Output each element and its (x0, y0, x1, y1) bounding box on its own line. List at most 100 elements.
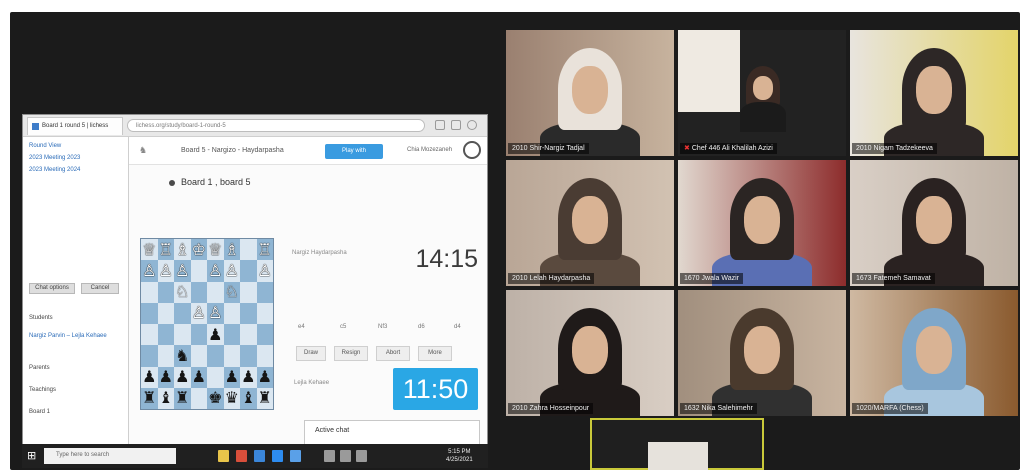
chess-piece[interactable]: ♟ (192, 369, 206, 385)
pane-item[interactable]: Round View (29, 143, 61, 151)
browser-icon[interactable] (236, 450, 247, 462)
board-square[interactable] (141, 324, 158, 346)
board-square[interactable]: ♙ (190, 302, 207, 324)
move-cell[interactable]: Nf3 (378, 324, 387, 330)
lichess-logo[interactable]: ♞ (139, 145, 147, 156)
abort-button[interactable]: Abort (376, 346, 410, 361)
board-square[interactable]: ♙ (223, 260, 240, 282)
board-square[interactable]: ♙ (256, 260, 273, 282)
participant-video-tile[interactable]: 1670 Jwala Wazir (678, 160, 846, 286)
draw-button[interactable]: Draw (296, 346, 326, 361)
mail-icon[interactable] (254, 450, 265, 462)
resign-button[interactable]: Resign (334, 346, 368, 361)
board-square[interactable]: ♖ (256, 239, 273, 261)
board-square[interactable] (190, 387, 207, 409)
board-square[interactable] (157, 345, 174, 367)
board-square[interactable] (256, 324, 273, 346)
network-icon[interactable] (340, 450, 351, 462)
profile-icon[interactable] (467, 120, 477, 130)
chess-piece[interactable]: ♟ (225, 369, 239, 385)
board-square[interactable]: ♟ (256, 366, 273, 388)
board-square[interactable]: ♟ (174, 366, 191, 388)
participant-video-tile[interactable]: 1632 Nika Salehimehr (678, 290, 846, 416)
board-square[interactable] (240, 239, 257, 261)
more-button[interactable]: More (418, 346, 452, 361)
board-square[interactable]: ♗ (174, 239, 191, 261)
board-square[interactable] (240, 345, 257, 367)
store-icon[interactable] (290, 450, 301, 462)
chess-piece[interactable]: ♘ (175, 284, 189, 300)
chess-piece[interactable]: ♔ (192, 241, 206, 258)
pane-item[interactable]: Board 1 (29, 409, 50, 417)
chess-piece[interactable]: ♚ (208, 390, 222, 406)
move-cell[interactable]: e4 (298, 324, 305, 330)
board-square[interactable]: ♙ (174, 260, 191, 282)
board-square[interactable] (190, 281, 207, 303)
board-square[interactable] (207, 281, 224, 303)
board-square[interactable] (174, 324, 191, 346)
chess-piece[interactable]: ♙ (208, 305, 222, 321)
board-square[interactable] (207, 366, 224, 388)
board-square[interactable] (190, 260, 207, 282)
board-square[interactable]: ♟ (240, 366, 257, 388)
participant-video-tile[interactable]: 2010 Zahra Hosseinpour (506, 290, 674, 416)
board-square[interactable] (157, 302, 174, 324)
chess-piece[interactable]: ♙ (142, 262, 156, 279)
board-square[interactable]: ♟ (223, 366, 240, 388)
volume-icon[interactable] (356, 450, 367, 462)
chess-piece[interactable]: ♙ (192, 305, 206, 321)
participant-video-tile[interactable]: 2010 Nigam Tadzekeeva (850, 30, 1018, 156)
chess-piece[interactable]: ♟ (175, 369, 189, 385)
chess-piece[interactable]: ♖ (258, 241, 272, 258)
participant-video-tile[interactable]: 2010 Shir-Nargiz Tadjal (506, 30, 674, 156)
board-square[interactable] (256, 281, 273, 303)
board-square[interactable]: ♝ (240, 387, 257, 409)
self-view-tile[interactable] (590, 418, 764, 470)
chess-piece[interactable]: ♘ (225, 284, 239, 300)
move-cell[interactable]: c5 (340, 324, 346, 330)
pane-item[interactable]: Nargiz Parvin – Lejla Kehaee (29, 333, 107, 341)
board-square[interactable]: ♔ (190, 239, 207, 261)
chess-piece[interactable]: ♕ (142, 241, 156, 258)
participant-video-tile[interactable]: 1020/MARFA (Chess) (850, 290, 1018, 416)
board-square[interactable] (223, 302, 240, 324)
board-square[interactable]: ♖ (157, 239, 174, 261)
board-square[interactable] (190, 324, 207, 346)
board-square[interactable]: ♜ (174, 387, 191, 409)
chess-piece[interactable]: ♟ (241, 369, 255, 385)
board-square[interactable]: ♘ (223, 281, 240, 303)
pane-item[interactable]: 2023 Meeting 2024 (29, 167, 80, 175)
board-square[interactable] (141, 281, 158, 303)
chess-piece[interactable]: ♟ (159, 369, 173, 385)
file-explorer-icon[interactable] (218, 450, 229, 462)
chess-piece[interactable]: ♜ (258, 390, 272, 406)
pane-item[interactable]: Teachings (29, 387, 56, 395)
board-square[interactable] (256, 302, 273, 324)
board-square[interactable]: ♝ (157, 387, 174, 409)
chat-options-button[interactable]: Chat options (29, 283, 75, 294)
taskbar-search-input[interactable]: Type here to search (44, 448, 176, 464)
board-square[interactable]: ♙ (141, 260, 158, 282)
board-square[interactable]: ♜ (141, 387, 158, 409)
board-square[interactable]: ♟ (141, 366, 158, 388)
move-cell[interactable]: d4 (454, 324, 461, 330)
board-square[interactable]: ♟ (207, 324, 224, 346)
taskbar-clock[interactable]: 5:15 PM 4/25/2021 (446, 448, 473, 464)
move-cell[interactable]: d6 (418, 324, 425, 330)
board-square[interactable] (240, 281, 257, 303)
pane-item[interactable]: 2023 Meeting 2023 (29, 155, 80, 163)
play-with-button[interactable]: Play with (325, 144, 383, 159)
tray-icon[interactable] (324, 450, 335, 462)
board-square[interactable]: ♙ (207, 260, 224, 282)
board-square[interactable] (157, 324, 174, 346)
address-bar[interactable]: lichess.org/study/board-1-round-5 (127, 119, 425, 132)
chess-piece[interactable]: ♞ (175, 347, 189, 364)
board-square[interactable]: ♛ (223, 387, 240, 409)
windows-start-icon[interactable]: ⊞ (27, 450, 39, 462)
extension-icon[interactable] (435, 120, 445, 130)
board-square[interactable] (207, 345, 224, 367)
chess-piece[interactable]: ♗ (225, 241, 239, 258)
browser-tab[interactable]: Board 1 round 5 | lichess (27, 117, 123, 135)
board-square[interactable]: ♞ (174, 345, 191, 367)
avatar[interactable] (463, 141, 481, 159)
